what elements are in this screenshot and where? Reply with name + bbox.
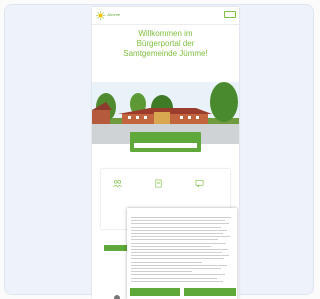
logo-text[interactable]: Jümme — [107, 12, 120, 17]
hero-line-1: Willkommen im — [138, 29, 193, 38]
search-panel — [130, 132, 201, 152]
service-card-3[interactable] — [189, 175, 225, 197]
avatar — [114, 295, 120, 299]
nav-login-button[interactable] — [224, 11, 236, 18]
hero-line-3: Samtgemeinde Jümme! — [123, 49, 208, 58]
sun-flower-logo-icon[interactable] — [96, 11, 105, 20]
document-icon — [155, 179, 162, 188]
top-navigation: Jümme — [92, 7, 239, 25]
cookie-text-block — [131, 217, 233, 284]
service-card-1[interactable] — [107, 175, 143, 197]
cookie-accept-button[interactable] — [130, 288, 180, 296]
service-card-2[interactable] — [148, 175, 184, 197]
search-input[interactable] — [134, 143, 197, 148]
cookie-settings-button[interactable] — [184, 288, 236, 296]
chat-icon — [195, 180, 204, 188]
cookie-consent-dialog — [127, 208, 237, 299]
people-icon — [113, 179, 122, 188]
hero-heading: Willkommen im Bürgerportal der Samtgemei… — [92, 29, 239, 59]
hero-line-2: Bürgerportal der — [136, 39, 195, 48]
website-screenshot: Jümme Willkommen im Bürgerportal der Sam… — [92, 7, 239, 299]
